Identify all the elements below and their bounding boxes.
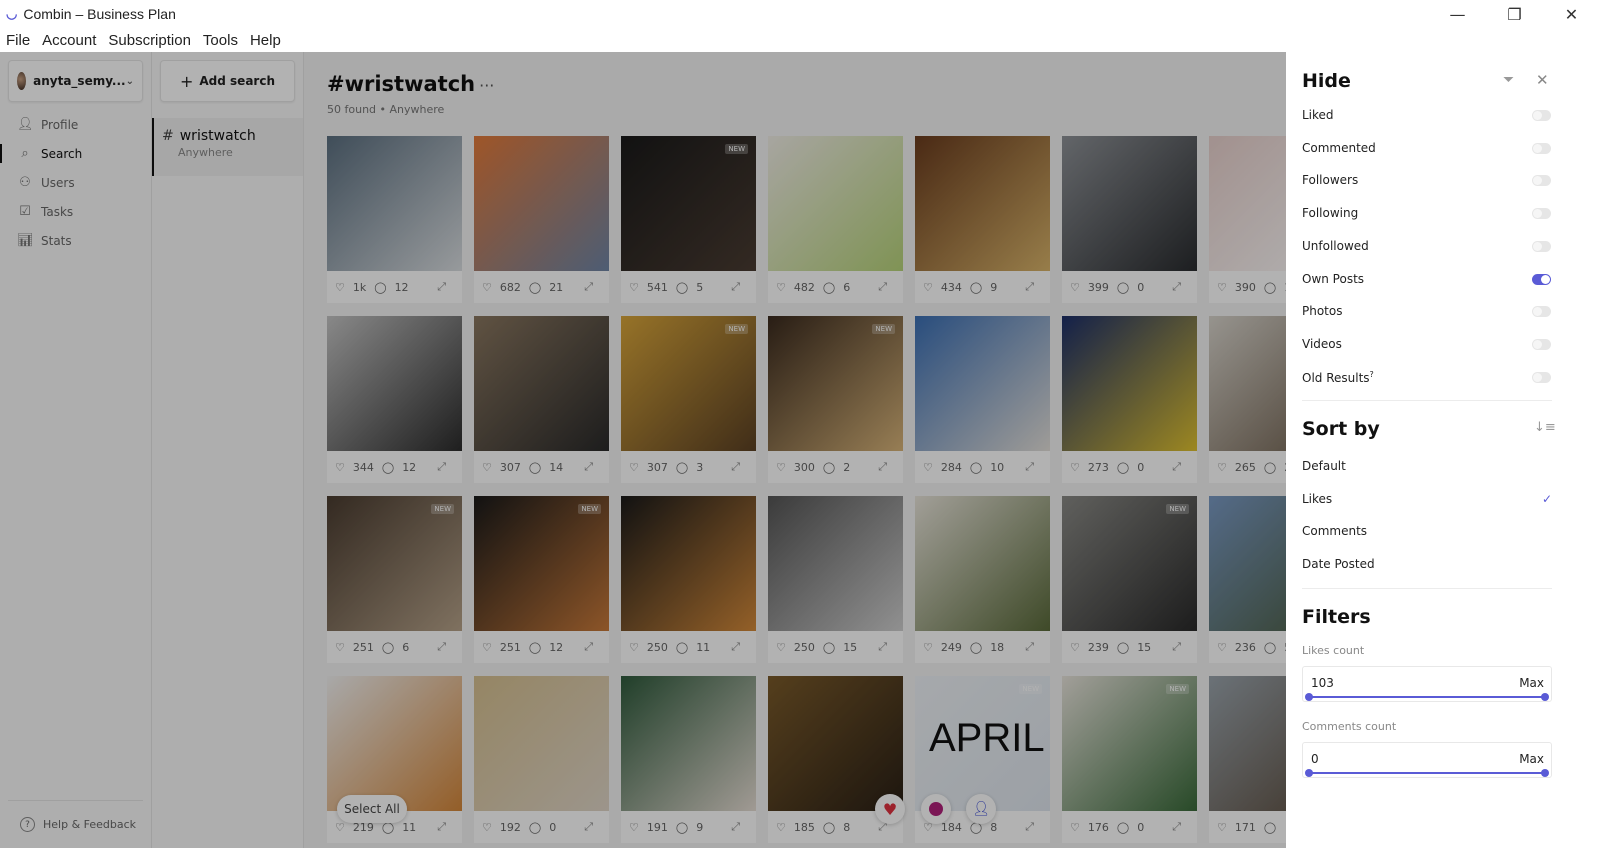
hide-option: Old Results? [1302,370,1552,385]
hide-option-label: Following [1302,206,1359,221]
hide-option: Liked [1302,108,1552,122]
hide-option-label: Unfollowed [1302,238,1369,253]
menu-bar: File Account Subscription Tools Help [0,28,1600,52]
slider-max-handle[interactable] [1541,693,1549,701]
divider [1302,400,1552,401]
filters-heading: Filters [1302,606,1371,628]
sort-heading: Sort by [1302,418,1380,440]
hide-option: Videos [1302,337,1552,351]
restore-button[interactable]: ❐ [1486,0,1543,28]
likes-count-label: Likes count [1302,644,1365,657]
comments-count-label: Comments count [1302,720,1397,733]
combin-logo-icon: ◡ [6,6,18,21]
slider-min-handle[interactable] [1305,769,1313,777]
hide-toggle[interactable] [1532,338,1551,350]
hide-toggle[interactable] [1532,371,1551,383]
comments-slider[interactable] [1305,769,1549,777]
filter-icon[interactable]: ⏷ [1503,72,1514,88]
help-tooltip-icon[interactable]: ? [1370,370,1374,379]
hide-option-label: Commented [1302,140,1376,155]
divider [1302,588,1552,589]
hide-option: Commented [1302,141,1552,155]
menu-account[interactable]: Account [42,32,96,49]
hide-toggle[interactable] [1532,175,1551,187]
hide-toggle[interactable] [1532,306,1551,318]
hide-option-label: Videos [1302,336,1342,351]
menu-subscription[interactable]: Subscription [108,32,191,49]
comments-max-input[interactable]: Max [1519,752,1544,766]
modal-dim-overlay[interactable] [0,52,1286,848]
hide-option: Photos [1302,304,1552,318]
sort-option-label: Default [1302,459,1346,473]
hide-heading: Hide [1302,70,1351,92]
sort-option-label: Date Posted [1302,557,1375,572]
sort-option-label: Comments [1302,524,1368,539]
hide-toggle[interactable] [1532,240,1551,252]
menu-help[interactable]: Help [250,32,281,49]
menu-tools[interactable]: Tools [203,32,238,49]
slider-max-handle[interactable] [1541,769,1549,777]
close-window-button[interactable]: ✕ [1543,0,1600,28]
minimize-button[interactable]: — [1429,0,1486,28]
hide-option-label: Followers [1302,173,1359,188]
comments-min-input[interactable]: 0 [1311,752,1319,766]
window-title: Combin – Business Plan [23,6,176,22]
likes-count-range[interactable]: 103 Max [1302,666,1552,702]
hide-option-label: Liked [1302,108,1334,122]
hide-option-label: Photos [1302,304,1343,319]
filter-panel: Hide ⏷ ✕ Liked Commented Followers Followin… [1286,52,1600,848]
likes-slider[interactable] [1305,693,1549,701]
hide-toggle[interactable] [1532,208,1551,220]
menu-file[interactable]: File [6,32,30,49]
slider-min-handle[interactable] [1305,693,1313,701]
sort-option[interactable]: Date Posted [1302,557,1552,571]
check-icon: ✓ [1541,491,1552,506]
likes-max-input[interactable]: Max [1519,676,1544,690]
hide-toggle[interactable] [1532,273,1551,285]
hide-option: Followers [1302,173,1552,187]
hide-option-label: Old Results [1302,370,1370,385]
sort-icon[interactable]: ↓≡ [1534,420,1556,435]
hide-option: Own Posts [1302,272,1552,286]
title-bar: ◡ Combin – Business Plan [0,0,1600,28]
hide-option-label: Own Posts [1302,271,1365,286]
hide-option: Following [1302,206,1552,220]
comments-count-range[interactable]: 0 Max [1302,742,1552,778]
likes-min-input[interactable]: 103 [1311,676,1334,690]
close-icon[interactable]: ✕ [1536,71,1549,89]
sort-option-label: Likes [1302,491,1333,506]
hide-toggle[interactable] [1532,142,1551,154]
hide-option: Unfollowed [1302,239,1552,253]
hide-toggle[interactable] [1532,110,1551,121]
sort-option[interactable]: Default [1302,459,1552,473]
sort-option[interactable]: Comments [1302,524,1552,538]
sort-option[interactable]: Likes ✓ [1302,492,1552,506]
